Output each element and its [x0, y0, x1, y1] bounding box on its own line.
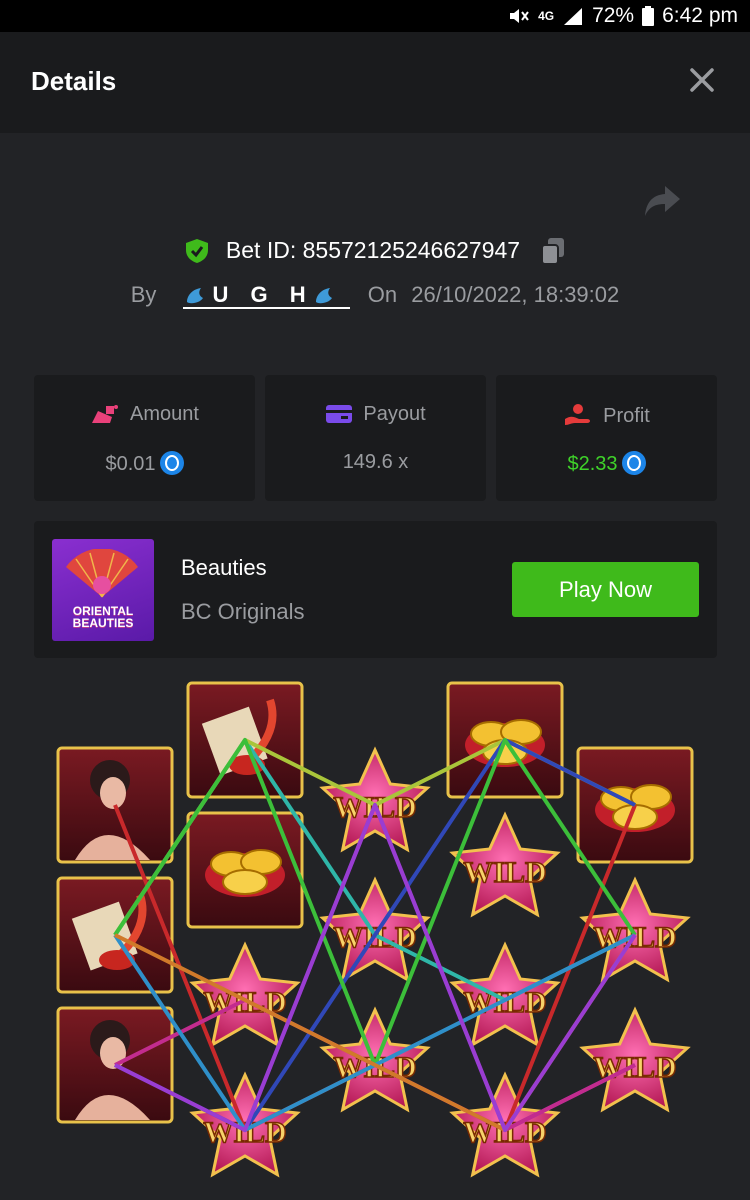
reel-symbol-wild: WILD — [449, 941, 561, 1048]
profit-hand-icon — [565, 404, 591, 425]
drop-icon — [186, 288, 203, 304]
mute-icon — [510, 9, 529, 23]
by-label: By — [130, 282, 157, 307]
shield-check-icon — [185, 238, 208, 263]
amount-value: $0.01 — [105, 453, 156, 475]
game-name: Beauties — [181, 555, 267, 580]
fan-icon — [66, 549, 138, 598]
svg-text:WILD: WILD — [203, 1116, 286, 1149]
play-now-button[interactable]: Play Now — [512, 562, 699, 617]
game-thumbnail[interactable]: ORIENTAL BEAUTIES — [52, 539, 154, 641]
reel-symbol-wild: WILD — [579, 1006, 691, 1113]
bet-id: Bet ID: 85572125246627947 — [225, 237, 521, 264]
game-card: ORIENTAL BEAUTIES Beauties BC Originals … — [34, 521, 717, 658]
network-type: 4G — [538, 9, 555, 23]
wallet-icon — [326, 405, 353, 423]
reel-symbol-wild: WILD — [189, 941, 301, 1048]
coin-icon — [159, 451, 184, 475]
battery-level: 72% — [592, 4, 635, 27]
user-name: U G H — [212, 282, 314, 307]
game-provider: BC Originals — [181, 599, 305, 624]
reel-symbol-gold — [186, 811, 304, 929]
details-header: Details — [0, 32, 750, 133]
amount-label: Amount — [130, 403, 199, 425]
signal-icon — [564, 8, 583, 25]
drop-icon — [315, 288, 332, 304]
bet-id-row: Bet ID: 85572125246627947 — [0, 236, 750, 265]
share-icon[interactable] — [643, 184, 681, 218]
payout-card: Payout 149.6 x — [265, 375, 486, 501]
page-title: Details — [31, 66, 117, 96]
user-link[interactable]: U G H — [182, 282, 350, 309]
bet-meta: By U G H On 26/10/2022, 18:39:02 — [0, 282, 750, 309]
copy-icon[interactable] — [540, 237, 566, 265]
coin-icon — [621, 451, 646, 475]
close-icon[interactable] — [688, 66, 716, 94]
thumbnail-title: ORIENTAL BEAUTIES — [72, 604, 134, 630]
profit-value: $2.33 — [567, 453, 618, 475]
on-label: On — [367, 282, 398, 307]
amount-icon — [92, 405, 119, 423]
slot-reels: WILDWILDWILDWILDWILDWILDWILDWILDWILDWILD — [56, 681, 694, 1178]
amount-card: Amount $0.01 — [34, 375, 255, 501]
battery-icon — [642, 6, 655, 26]
svg-text:WILD: WILD — [463, 1116, 546, 1149]
status-bar: 4G 72% 6:42 pm — [0, 0, 750, 32]
profit-label: Profit — [603, 405, 650, 427]
payout-label: Payout — [363, 403, 426, 425]
bet-datetime: 26/10/2022, 18:39:02 — [411, 282, 620, 307]
svg-text:WILD: WILD — [463, 856, 546, 889]
profit-card: Profit $2.33 — [496, 375, 717, 501]
payout-value: 149.6 x — [342, 451, 409, 473]
clock: 6:42 pm — [662, 4, 738, 27]
reel-symbol-wild: WILD — [319, 746, 431, 853]
